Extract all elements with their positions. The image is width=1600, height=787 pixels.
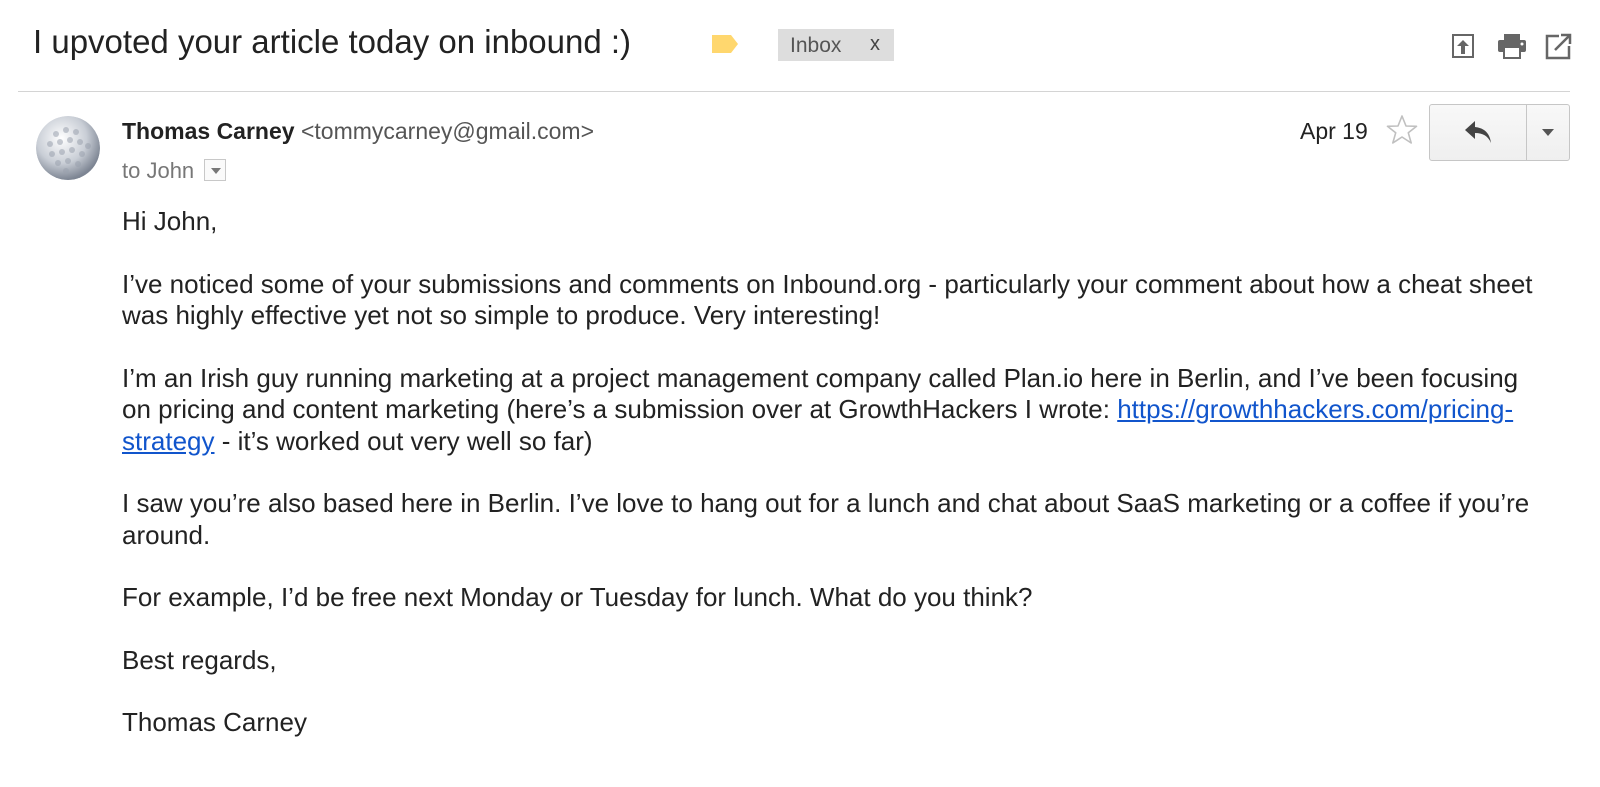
reply-button-group bbox=[1429, 104, 1570, 161]
body-paragraph-3: I saw you’re also based here in Berlin. … bbox=[122, 488, 1530, 550]
sender-avatar[interactable] bbox=[36, 116, 100, 180]
body-paragraph-1: I’ve noticed some of your submissions an… bbox=[122, 268, 1533, 331]
recipient-line: to John bbox=[122, 157, 227, 185]
message-body: Hi John, I’ve noticed some of your submi… bbox=[122, 206, 1542, 770]
show-details-button[interactable] bbox=[204, 159, 227, 182]
label-tag-icon[interactable] bbox=[710, 33, 740, 55]
inbox-label-chip: Inbox x bbox=[778, 29, 894, 61]
reply-arrow-icon bbox=[1465, 121, 1491, 143]
sender-name[interactable]: Thomas Carney bbox=[122, 118, 295, 144]
body-signature: Thomas Carney bbox=[122, 707, 307, 737]
header-divider bbox=[18, 91, 1570, 92]
print-icon[interactable] bbox=[1496, 32, 1528, 60]
sender-email: <tommycarney@gmail.com> bbox=[300, 118, 595, 144]
sender-line: Thomas Carney <tommycarney@gmail.com> bbox=[122, 117, 594, 145]
remove-label-button[interactable]: x bbox=[870, 33, 880, 56]
body-paragraph-2-end: - it’s worked out very well so far) bbox=[214, 425, 593, 456]
email-subject: I upvoted your article today on inbound … bbox=[33, 23, 632, 60]
body-paragraph-2: I’m an Irish guy running marketing at a … bbox=[122, 363, 1542, 458]
body-greeting: Hi John, bbox=[122, 206, 218, 236]
recipient-text: to John bbox=[122, 158, 195, 183]
reply-button[interactable] bbox=[1430, 105, 1527, 160]
archive-up-icon[interactable] bbox=[1449, 32, 1477, 60]
star-outline-icon[interactable] bbox=[1385, 113, 1419, 147]
body-closing: Best regards, bbox=[122, 644, 277, 675]
subject-bar: I upvoted your article today on inbound … bbox=[0, 0, 1600, 90]
message-date: Apr 19 bbox=[1300, 118, 1368, 144]
inbox-label-text: Inbox bbox=[790, 34, 842, 57]
more-actions-button[interactable] bbox=[1527, 105, 1569, 160]
body-paragraph-4: For example, I’d be free next Monday or … bbox=[122, 582, 1033, 612]
open-new-window-icon[interactable] bbox=[1545, 32, 1573, 60]
